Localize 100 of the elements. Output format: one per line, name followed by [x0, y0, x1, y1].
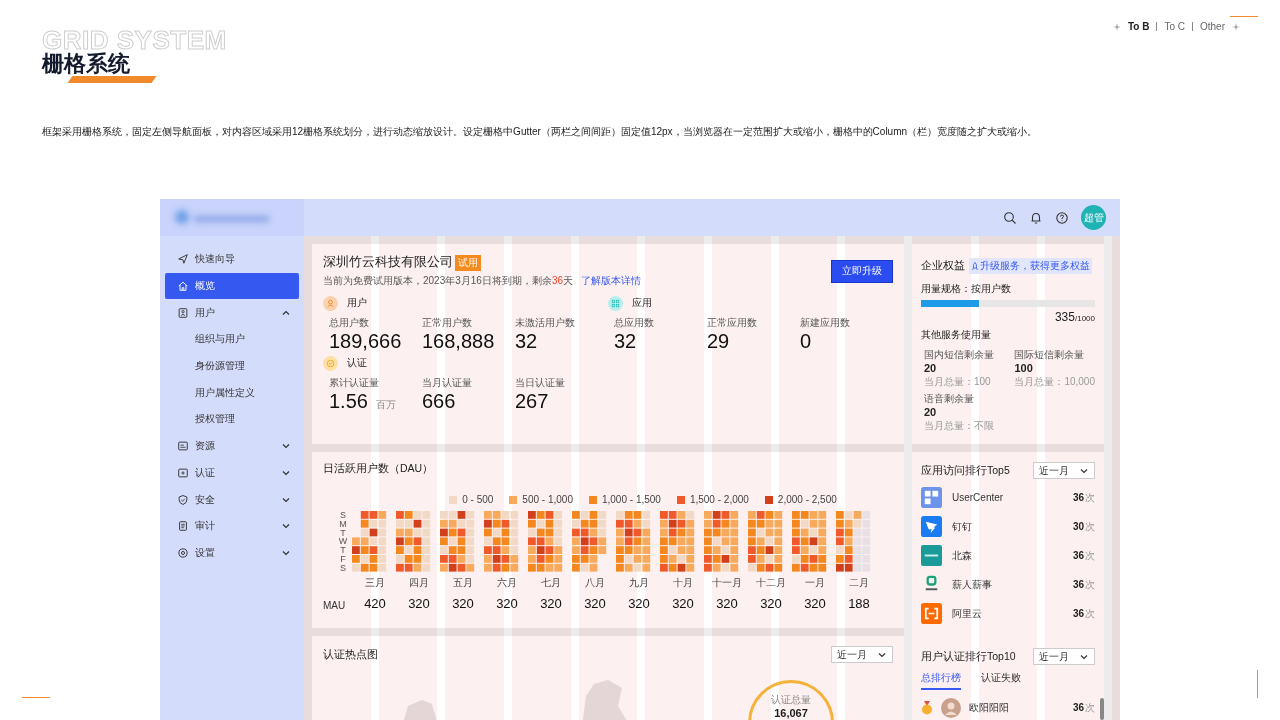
count-unit: 次 [1085, 490, 1095, 505]
usage-value: 335 [1054, 310, 1075, 324]
help-icon[interactable] [1055, 210, 1069, 225]
version-details-link[interactable]: 了解版本详情 [581, 274, 642, 288]
service-total: 当月总量：100 [924, 375, 992, 389]
company-name: 深圳竹云科技有限公司 [323, 254, 453, 271]
sidebar-item[interactable]: 概览 [165, 272, 299, 300]
stat-label: 未激活用户数 [515, 316, 576, 330]
month-label: 五月 [452, 576, 474, 590]
app-name: 北森 [952, 548, 973, 563]
range-select[interactable]: 近一月 [831, 646, 893, 663]
plan-label: 用量规格：按用户数 [921, 282, 1012, 296]
rocket-icon [971, 261, 979, 271]
app-name: 钉钉 [952, 519, 973, 534]
weekday-label: T [339, 546, 347, 555]
month-label: 十月 [672, 576, 694, 590]
stat-value: 32 [614, 330, 637, 352]
visit-count: 36 [1072, 491, 1084, 503]
mau-value: 320 [671, 596, 695, 611]
sidebar-item[interactable]: 设置 [165, 539, 299, 567]
sidebar-subitem[interactable]: 组织与用户 [165, 326, 299, 353]
home-icon [177, 280, 189, 293]
plus-box-icon [177, 466, 189, 479]
total-value: 16,067 [774, 707, 808, 719]
service-total: 当月总量：10,000 [1014, 375, 1095, 389]
user-icon [323, 295, 338, 311]
sidebar-item[interactable]: 安全 [165, 486, 299, 513]
section-title: 应用 [632, 296, 652, 310]
avatar-icon [941, 698, 961, 718]
month-label: 二月 [848, 576, 870, 590]
sidebar-item[interactable]: 快速向导 [165, 246, 299, 273]
app-name: 阿里云 [952, 606, 983, 621]
service-value: 100 [1014, 362, 1034, 375]
window-icon [177, 440, 189, 453]
weekday-label: W [338, 537, 348, 547]
card-title: 企业权益 [921, 259, 965, 273]
service-label: 语音剩余量 [924, 392, 975, 406]
stat-label: 新建应用数 [800, 316, 851, 330]
count-unit: 次 [1085, 606, 1095, 621]
mau-value: 320 [759, 596, 783, 611]
sidebar-subitem[interactable]: 用户属性定义 [165, 379, 299, 407]
page-title: 栅格系统 [42, 52, 130, 76]
stat-label: 当月认证量 [422, 376, 473, 390]
range-select[interactable]: 近一月 [1033, 462, 1095, 479]
mau-value: 320 [583, 596, 607, 611]
section-title: 用户 [347, 296, 367, 310]
month-label: 七月 [540, 576, 562, 590]
user-card-icon [177, 306, 189, 319]
range-select[interactable]: 近一月 [1033, 648, 1095, 665]
month-label: 十二月 [755, 576, 787, 590]
sidebar-subitem[interactable]: 授权管理 [165, 406, 299, 433]
nav-link[interactable]: To B [1124, 21, 1153, 32]
count-unit: 次 [1085, 519, 1095, 534]
visit-count: 36 [1072, 578, 1084, 590]
stat-unit: 百万 [375, 398, 396, 412]
section-title: 其他服务使用量 [921, 328, 992, 342]
upgrade-button[interactable]: 立即升级 [831, 260, 893, 283]
legend-label: 1,500 - 2,000 [689, 494, 749, 505]
nav-link[interactable]: To C [1161, 21, 1188, 32]
total-label: 认证总量 [771, 693, 811, 707]
description-text: 框架采用栅格系统，固定左侧导航面板，对内容区域采用12栅格系统划分，进行动态缩放设计。设定栅格中Gutter（两栏之间间距）固定值12px，当浏览器在一定范围扩大或缩小，栅格中的Column（栏）宽度随之扩大或缩小。 [42, 125, 1038, 139]
sidebar-subitem[interactable]: 身份源管理 [165, 352, 299, 380]
bell-icon[interactable] [1029, 210, 1043, 225]
sidebar-item[interactable]: 认证 [165, 459, 299, 487]
stat-label: 正常应用数 [707, 316, 758, 330]
ranking-tab[interactable]: 认证失败 [981, 671, 1021, 690]
mau-value: 320 [407, 596, 431, 611]
legend-label: 1,000 - 1,500 [601, 494, 661, 505]
auth-count: 36 [1072, 702, 1084, 713]
sidebar-item[interactable]: 审计 [165, 512, 299, 540]
card-title: 用户认证排行Top10 [921, 649, 1016, 664]
trial-badge: 试用 [455, 254, 481, 271]
mau-value: 320 [715, 596, 739, 611]
search-icon[interactable] [1003, 210, 1017, 225]
ranking-tab[interactable]: 总排行榜 [921, 671, 961, 690]
upgrade-tag[interactable]: 升级服务，获得更多权益 [969, 258, 1092, 274]
service-label: 国内短信剩余量 [924, 348, 994, 362]
weekday-label: M [338, 519, 348, 529]
card-title: 认证热点图 [323, 647, 378, 662]
stat-label: 当日认证量 [515, 376, 566, 390]
mau-value: 320 [539, 596, 563, 611]
stat-label: 正常用户数 [422, 316, 473, 330]
month-label: 十一月 [711, 576, 743, 590]
mau-value: 188 [847, 596, 871, 611]
month-label: 三月 [364, 576, 386, 590]
nav-link[interactable]: Other [1197, 21, 1228, 32]
trial-notice: 当前为免费试用版本，2023年3月16日将到期，剩余36天 [323, 274, 574, 288]
mau-value: 420 [363, 596, 387, 611]
card-title: 日活跃用户数（DAU） [323, 462, 435, 476]
weekday-label: F [339, 555, 347, 564]
sidebar-item[interactable]: 用户 [165, 299, 299, 327]
month-label: 八月 [584, 576, 606, 590]
sidebar-item[interactable]: 资源 [165, 432, 299, 460]
visit-count: 36 [1072, 607, 1084, 619]
scroll-thumb[interactable] [1100, 698, 1104, 720]
check-circle-icon [323, 355, 338, 371]
legend-label: 500 - 1,000 [522, 494, 573, 505]
accent-line [1230, 16, 1258, 17]
grid-logo-icon [921, 487, 942, 508]
section-title: 认证 [347, 356, 367, 370]
